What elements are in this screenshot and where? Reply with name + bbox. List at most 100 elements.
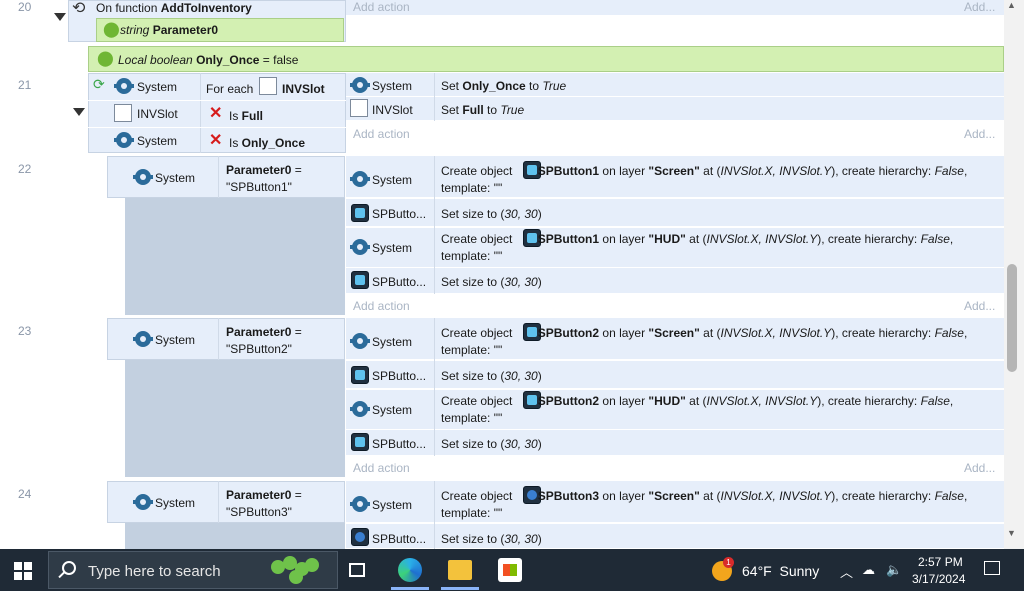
action-value: True (500, 103, 525, 117)
weather-condition: Sunny (779, 563, 820, 579)
condition-parameter: Parameter0 (226, 163, 292, 177)
scroll-up-arrow-icon[interactable]: ▲ (1007, 0, 1016, 10)
local-variable-value: = false (259, 53, 299, 67)
action-create: Create object (441, 326, 516, 340)
action-object-invslot: INVSlot (372, 103, 413, 117)
task-view-icon[interactable] (349, 563, 365, 577)
clover-leaf (305, 558, 319, 572)
action-object-system: System (372, 79, 413, 93)
file-explorer-icon[interactable] (448, 560, 472, 580)
clock-date[interactable]: 3/17/2024 (912, 572, 965, 586)
event-20-actions[interactable] (346, 0, 1004, 16)
add-action-22[interactable]: Add action (353, 299, 410, 313)
function-header: On function AddToInventory (96, 1, 252, 15)
add-button-23[interactable]: Add... (964, 461, 995, 475)
condition-divider (218, 318, 219, 360)
spbutton-object-icon (351, 528, 369, 546)
parameter-type: string (120, 23, 150, 37)
speaker-icon[interactable]: 🔈 (886, 562, 902, 578)
action-object-name: SPButton3 (537, 489, 600, 503)
condition-object-system: System (155, 333, 196, 347)
scroll-down-arrow-icon[interactable]: ▼ (1007, 528, 1016, 538)
invert-x-icon: ✕ (209, 132, 223, 149)
condition-equals: = (291, 488, 302, 502)
action-layer: "Screen" (648, 489, 700, 503)
scrollbar-thumb[interactable] (1007, 264, 1017, 372)
microsoft-store-icon[interactable] (498, 558, 522, 582)
action-size-value: 30, 30 (504, 275, 538, 289)
spbutton-object-icon (351, 433, 369, 451)
collapse-toggle-21[interactable] (73, 108, 85, 116)
condition-is: Is (229, 109, 242, 123)
condition-object-system: System (137, 134, 178, 148)
action-create: Create object (441, 164, 516, 178)
chevron-up-icon[interactable]: ︿ (840, 562, 853, 581)
row-number-24: 24 (18, 487, 32, 501)
action-layer: "Screen" (648, 326, 700, 340)
function-prefix: On function (96, 1, 161, 15)
action-hierarchy-value: False (934, 164, 964, 178)
windows-start-icon[interactable] (14, 562, 32, 580)
action-position: INVSlot.X, INVSlot.Y (720, 489, 832, 503)
condition-divider (200, 73, 201, 153)
action-at: at ( (699, 326, 721, 340)
action-comma: , (949, 232, 954, 246)
add-button-22[interactable]: Add... (964, 299, 995, 313)
condition-object-system: System (155, 496, 196, 510)
condition-parameter: Parameter0 (226, 325, 292, 339)
invslot-icon (114, 104, 132, 122)
condition-compare: Parameter0 = (226, 488, 302, 502)
weather-text[interactable]: 64°F Sunny (742, 563, 819, 579)
action-position: INVSlot.X, INVSlot.Y (720, 326, 832, 340)
condition-is: Is (229, 136, 242, 150)
action-template: template: "" (441, 181, 503, 195)
for-each-label: For each (206, 82, 254, 96)
event-24-empty-block (125, 522, 345, 549)
edge-browser-icon[interactable] (398, 558, 422, 582)
event-22-empty-block (125, 197, 345, 315)
action-object-name: SPButton1 (537, 164, 600, 178)
system-gear-icon (350, 496, 370, 512)
action-comma: , (963, 489, 968, 503)
action-close-paren: ) (537, 532, 542, 546)
search-placeholder: Type here to search (88, 563, 221, 580)
invert-x-icon: ✕ (209, 105, 223, 122)
action-to: to (483, 103, 501, 117)
collapse-toggle-20[interactable] (54, 13, 66, 21)
action-divider (434, 318, 435, 456)
action-hierarchy: ), create hierarchy: (831, 164, 935, 178)
edge-active-indicator (391, 587, 429, 590)
action-set-full: Set Full to True (441, 103, 524, 117)
condition-value: "SPButton2" (226, 342, 292, 356)
start-pane (24, 562, 32, 570)
system-gear-icon (350, 333, 370, 349)
parameter-label: string Parameter0 (120, 23, 218, 37)
action-to: to (525, 79, 543, 93)
condition-separator (88, 127, 346, 128)
clock-time[interactable]: 2:57 PM (918, 555, 963, 569)
cloud-icon[interactable]: ☁ (862, 562, 875, 578)
add-button-20[interactable]: Add... (964, 0, 995, 14)
start-pane (14, 572, 22, 580)
condition-compare: Parameter0 = (226, 325, 302, 339)
add-action-21[interactable]: Add action (353, 127, 410, 141)
action-size-value: 30, 30 (504, 369, 538, 383)
action-template: template: "" (441, 343, 503, 357)
add-action-23[interactable]: Add action (353, 461, 410, 475)
add-button-21[interactable]: Add... (964, 127, 995, 141)
action-at: at ( (699, 164, 721, 178)
notifications-icon[interactable] (984, 561, 1000, 575)
function-loop-icon: ⟲ (72, 0, 86, 17)
condition-equals: = (291, 163, 302, 177)
location-pin-icon: ⬤ (103, 21, 120, 38)
action-divider (434, 156, 435, 294)
action-comma: , (963, 326, 968, 340)
action-object-system: System (372, 241, 413, 255)
action-position: INVSlot.X, INVSlot.Y (706, 232, 818, 246)
action-object-spbutton: SPButto... (372, 275, 427, 289)
condition-is-only-once: Is Only_Once (229, 136, 305, 150)
row-number-23: 23 (18, 324, 32, 338)
action-on-layer: on layer (599, 164, 649, 178)
add-action-20[interactable]: Add action (353, 0, 410, 14)
action-layer: "HUD" (648, 394, 686, 408)
